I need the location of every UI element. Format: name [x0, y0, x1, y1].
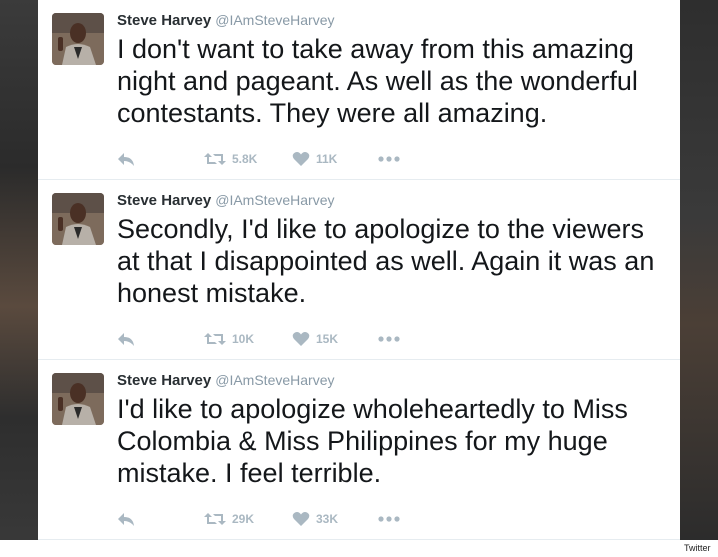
retweet-button[interactable]: 5.8K	[204, 150, 257, 168]
user-handle[interactable]: @IAmSteveHarvey	[215, 12, 334, 28]
reply-icon	[117, 151, 135, 167]
like-button[interactable]: 33K	[292, 510, 338, 528]
tweet-header: Steve Harvey @IAmSteveHarvey	[117, 12, 334, 30]
user-handle[interactable]: @IAmSteveHarvey	[215, 192, 334, 208]
more-button[interactable]	[378, 150, 400, 168]
image-credit: Twitter	[681, 541, 714, 555]
background-left	[0, 0, 38, 557]
tweet: Steve Harvey @IAmSteveHarvey I'd like to …	[38, 360, 680, 540]
like-button[interactable]: 15K	[292, 330, 338, 348]
background-right	[680, 0, 718, 540]
retweet-count: 29K	[232, 512, 255, 526]
reply-button[interactable]	[117, 330, 135, 348]
like-count: 33K	[316, 512, 339, 526]
heart-icon	[292, 151, 310, 167]
more-button[interactable]	[378, 330, 400, 348]
more-icon	[378, 336, 400, 342]
tweet: Steve Harvey @IAmSteveHarvey I don't want…	[38, 0, 680, 180]
tweet-header: Steve Harvey @IAmSteveHarvey	[117, 192, 334, 210]
like-count: 15K	[316, 332, 339, 346]
heart-icon	[292, 511, 310, 527]
avatar[interactable]	[52, 373, 104, 425]
heart-icon	[292, 331, 310, 347]
user-handle[interactable]: @IAmSteveHarvey	[215, 372, 334, 388]
reply-icon	[117, 511, 135, 527]
tweet-actions: 10K 15K	[117, 330, 673, 348]
tweet-text: I'd like to apologize wholeheartedly to …	[117, 394, 628, 488]
footer-bar	[0, 540, 718, 557]
tweet-actions: 5.8K 11K	[117, 150, 673, 168]
retweet-count: 10K	[232, 332, 255, 346]
more-icon	[378, 156, 400, 162]
retweet-button[interactable]: 10K	[204, 330, 254, 348]
tweet-stack: Steve Harvey @IAmSteveHarvey I don't want…	[38, 0, 680, 540]
more-button[interactable]	[378, 510, 400, 528]
retweet-icon	[204, 331, 226, 347]
retweet-icon	[204, 151, 226, 167]
retweet-count: 5.8K	[232, 152, 258, 166]
reply-button[interactable]	[117, 150, 135, 168]
avatar[interactable]	[52, 193, 104, 245]
reply-button[interactable]	[117, 510, 135, 528]
tweet-text: I don't want to take away from this amaz…	[117, 34, 638, 128]
display-name[interactable]: Steve Harvey	[117, 12, 211, 29]
like-count: 11K	[316, 152, 338, 166]
avatar[interactable]	[52, 13, 104, 65]
tweet-actions: 29K 33K	[117, 510, 673, 528]
tweet-text: Secondly, I'd like to apologize to the v…	[117, 214, 655, 308]
like-button[interactable]: 11K	[292, 150, 337, 168]
tweet: Steve Harvey @IAmSteveHarvey Secondly, I'…	[38, 180, 680, 360]
tweet-header: Steve Harvey @IAmSteveHarvey	[117, 372, 334, 390]
retweet-button[interactable]: 29K	[204, 510, 254, 528]
display-name[interactable]: Steve Harvey	[117, 372, 211, 389]
display-name[interactable]: Steve Harvey	[117, 192, 211, 209]
more-icon	[378, 516, 400, 522]
reply-icon	[117, 331, 135, 347]
retweet-icon	[204, 511, 226, 527]
